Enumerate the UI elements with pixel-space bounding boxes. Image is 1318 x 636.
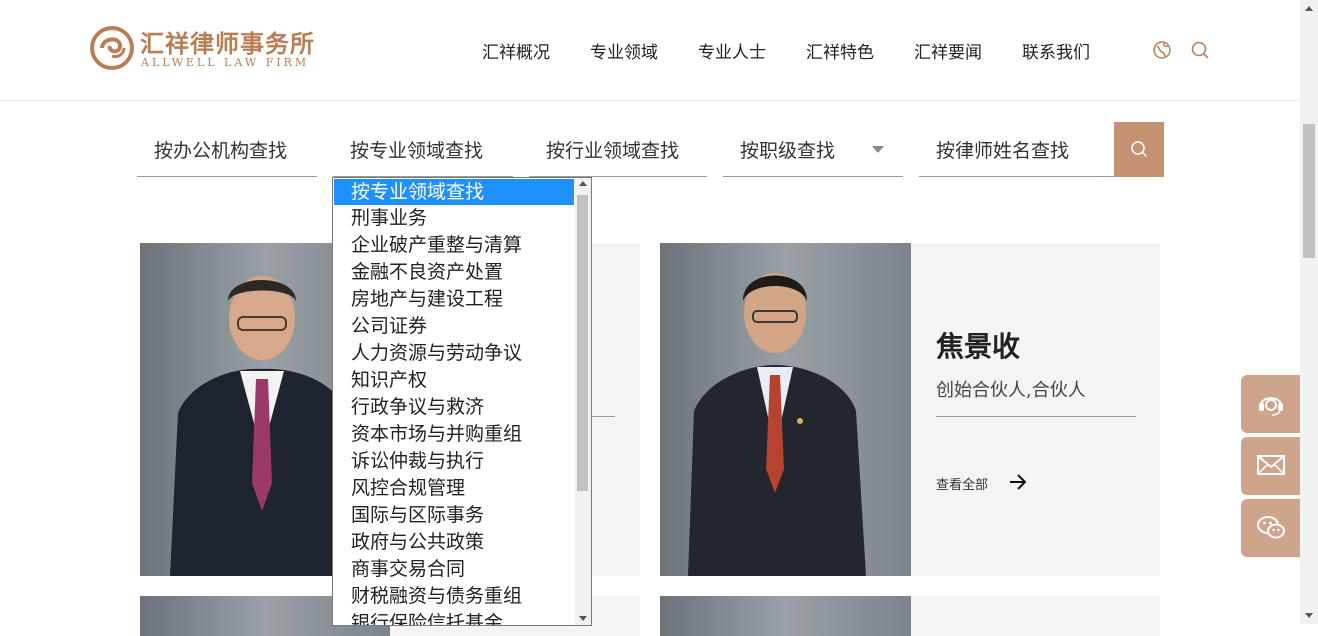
scroll-up-arrow-icon[interactable] bbox=[579, 181, 587, 186]
lawyer-card[interactable]: 焦景收 创始合伙人,合伙人 查看全部 bbox=[660, 243, 1160, 576]
logo-text-cn: 汇祥律师事务所 bbox=[140, 29, 315, 58]
main-nav: 汇祥概况 专业领域 专业人士 汇祥特色 汇祥要闻 联系我们 bbox=[482, 38, 1130, 63]
dropdown-option[interactable]: 政府与公共政策 bbox=[333, 529, 591, 556]
globe-icon[interactable] bbox=[1152, 40, 1172, 60]
mail-icon bbox=[1257, 455, 1285, 475]
dropdown-option[interactable]: 房地产与建设工程 bbox=[333, 286, 591, 313]
dropdown-option[interactable]: 诉讼仲裁与执行 bbox=[333, 448, 591, 475]
lawyer-photo bbox=[660, 596, 911, 636]
arrow-right-icon[interactable] bbox=[1008, 473, 1028, 491]
practice-area-dropdown-list[interactable]: 按专业领域查找 刑事业务 企业破产重整与清算 金融不良资产处置 房地产与建设工程… bbox=[332, 177, 592, 626]
dropdown-option[interactable]: 公司证券 bbox=[333, 313, 591, 340]
dropdown-scrollbar-thumb[interactable] bbox=[577, 195, 588, 491]
nav-professionals[interactable]: 专业人士 bbox=[698, 38, 766, 63]
dropdown-option[interactable]: 资本市场与并购重组 bbox=[333, 421, 591, 448]
headset-icon bbox=[1259, 397, 1283, 416]
lawyer-portrait-image bbox=[688, 273, 866, 576]
dropdown-option[interactable]: 财税融资与债务重组 bbox=[333, 583, 591, 610]
page-scrollbar-thumb[interactable] bbox=[1303, 124, 1315, 258]
industry-filter-label: 按行业领域查找 bbox=[546, 140, 680, 162]
search-button[interactable] bbox=[1114, 122, 1164, 177]
dropdown-option[interactable]: 商事交易合同 bbox=[333, 556, 591, 583]
logo[interactable]: 汇祥律师事务所 ALLWELL LAW FIRM bbox=[90, 26, 330, 74]
dropdown-option[interactable]: 知识产权 bbox=[333, 367, 591, 394]
scroll-down-arrow-icon[interactable] bbox=[579, 616, 587, 621]
lawyer-title: 创始合伙人,合伙人 bbox=[936, 380, 1086, 401]
wechat-button[interactable] bbox=[1241, 499, 1301, 557]
logo-text-en: ALLWELL LAW FIRM bbox=[141, 56, 310, 69]
dropdown-option[interactable]: 人力资源与劳动争议 bbox=[333, 340, 591, 367]
lawyer-name-placeholder: 按律师姓名查找 bbox=[936, 140, 1070, 162]
rank-select[interactable]: 按职级查找 bbox=[723, 122, 903, 177]
card-divider bbox=[936, 416, 1136, 417]
logo-mark-icon bbox=[90, 26, 134, 70]
lawyer-name: 焦景收 bbox=[936, 330, 1021, 363]
dropdown-option[interactable]: 风控合规管理 bbox=[333, 475, 591, 502]
dropdown-option[interactable]: 刑事业务 bbox=[333, 205, 591, 232]
search-icon[interactable] bbox=[1190, 40, 1210, 60]
dropdown-option[interactable]: 金融不良资产处置 bbox=[333, 259, 591, 286]
practice-area-select-label: 按专业领域查找 bbox=[350, 140, 484, 162]
dropdown-option[interactable]: 国际与区际事务 bbox=[333, 502, 591, 529]
practice-area-select[interactable]: 按专业领域查找 bbox=[333, 122, 513, 177]
lawyer-name-input[interactable]: 按律师姓名查找 bbox=[919, 122, 1114, 177]
site-header: 汇祥律师事务所 ALLWELL LAW FIRM 汇祥概况 专业领域 专业人士 … bbox=[0, 0, 1300, 101]
nav-contact[interactable]: 联系我们 bbox=[1022, 38, 1090, 63]
office-filter-label: 按办公机构查找 bbox=[154, 140, 288, 162]
industry-filter[interactable]: 按行业领域查找 bbox=[529, 122, 707, 177]
dropdown-scrollbar[interactable] bbox=[575, 178, 591, 625]
scroll-down-arrow-icon[interactable] bbox=[1305, 613, 1313, 618]
chevron-down-icon bbox=[872, 146, 884, 153]
dropdown-option-selected[interactable]: 按专业领域查找 bbox=[334, 179, 574, 205]
nav-practice-areas[interactable]: 专业领域 bbox=[590, 38, 658, 63]
nav-overview[interactable]: 汇祥概况 bbox=[482, 38, 550, 63]
dropdown-option[interactable]: 行政争议与救济 bbox=[333, 394, 591, 421]
rank-select-label: 按职级查找 bbox=[740, 140, 836, 162]
nav-features[interactable]: 汇祥特色 bbox=[806, 38, 874, 63]
office-filter[interactable]: 按办公机构查找 bbox=[137, 122, 317, 177]
email-button[interactable] bbox=[1241, 437, 1301, 495]
scroll-up-arrow-icon[interactable] bbox=[1305, 6, 1313, 11]
search-icon bbox=[1131, 141, 1148, 158]
dropdown-option[interactable]: 企业破产重整与清算 bbox=[333, 232, 591, 259]
view-all-link[interactable]: 查看全部 bbox=[936, 474, 988, 493]
lawyer-photo bbox=[660, 243, 911, 576]
wechat-icon bbox=[1257, 516, 1285, 539]
customer-service-button[interactable] bbox=[1241, 375, 1301, 433]
page-scrollbar[interactable] bbox=[1300, 0, 1318, 624]
lawyer-card[interactable] bbox=[660, 596, 1160, 636]
nav-news[interactable]: 汇祥要闻 bbox=[914, 38, 982, 63]
